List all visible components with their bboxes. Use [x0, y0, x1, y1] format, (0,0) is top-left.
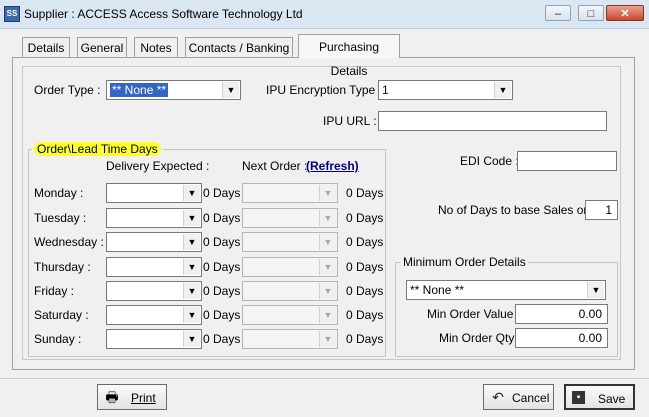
- chevron-down-icon[interactable]: ▼: [183, 331, 200, 347]
- edi-code-input[interactable]: [517, 151, 617, 171]
- next-order-select: ▼: [242, 208, 338, 228]
- day-label: Tuesday :: [34, 211, 87, 225]
- delivery-days-value: 0 Days: [203, 235, 241, 249]
- ipu-url-input[interactable]: [378, 111, 607, 131]
- delivery-expected-select[interactable]: ▼: [106, 257, 202, 277]
- printer-icon: 🖶: [105, 389, 119, 405]
- maximize-button[interactable]: □: [578, 5, 604, 21]
- delivery-expected-select[interactable]: ▼: [106, 183, 202, 203]
- print-button[interactable]: 🖶 Print: [97, 384, 167, 410]
- chevron-down-icon: ▼: [319, 185, 336, 201]
- window-title: Supplier : ACCESS Access Software Techno…: [24, 7, 303, 21]
- minimize-button[interactable]: –: [545, 5, 571, 21]
- delivery-expected-header: Delivery Expected :: [106, 159, 210, 173]
- delivery-expected-select[interactable]: ▼: [106, 305, 202, 325]
- delivery-days-value: 0 Days: [203, 332, 241, 346]
- chevron-down-icon: ▼: [319, 259, 336, 275]
- chevron-down-icon: ▼: [319, 210, 336, 226]
- next-order-select: ▼: [242, 257, 338, 277]
- delivery-expected-select[interactable]: ▼: [106, 208, 202, 228]
- next-order-days-value: 0 Days: [346, 284, 384, 298]
- next-order-select: ▼: [242, 183, 338, 203]
- undo-icon: ↶: [492, 389, 504, 405]
- minimum-order-legend: Minimum Order Details: [401, 255, 528, 269]
- order-type-select[interactable]: ** None ** ▼: [106, 80, 241, 100]
- day-label: Friday :: [34, 284, 75, 298]
- cancel-label: Cancel: [512, 391, 550, 405]
- delivery-days-value: 0 Days: [203, 186, 241, 200]
- ipu-encryption-label: IPU Encryption Type :: [266, 83, 382, 97]
- next-order-select: ▼: [242, 305, 338, 325]
- delivery-days-value: 0 Days: [203, 211, 241, 225]
- next-order-days-value: 0 Days: [346, 235, 384, 249]
- min-order-value-label: Min Order Value :: [427, 307, 521, 321]
- min-order-value-input[interactable]: 0.00: [515, 304, 608, 324]
- close-button[interactable]: ✕: [606, 5, 644, 21]
- floppy-disk-icon: ▪: [572, 391, 585, 404]
- lead-time-legend: Order\Lead Time Days: [32, 142, 163, 156]
- next-order-days-value: 0 Days: [346, 211, 384, 225]
- min-order-qty-label: Min Order Qty :: [439, 331, 522, 345]
- next-order-select: ▼: [242, 232, 338, 252]
- tab-contacts-banking[interactable]: Contacts / Banking: [185, 37, 293, 57]
- chevron-down-icon[interactable]: ▼: [183, 185, 200, 201]
- chevron-down-icon: ▼: [319, 331, 336, 347]
- chevron-down-icon[interactable]: ▼: [183, 234, 200, 250]
- minimum-order-type-value: ** None **: [410, 283, 465, 297]
- next-order-select: ▼: [242, 329, 338, 349]
- tab-notes[interactable]: Notes: [134, 37, 178, 57]
- ipu-encryption-value: 1: [382, 83, 389, 97]
- chevron-down-icon[interactable]: ▼: [183, 307, 200, 323]
- order-type-value: ** None **: [110, 83, 169, 97]
- lead-time-legend-text: Order\Lead Time Days: [34, 142, 161, 156]
- next-order-days-value: 0 Days: [346, 260, 384, 274]
- delivery-days-value: 0 Days: [203, 308, 241, 322]
- chevron-down-icon: ▼: [319, 283, 336, 299]
- print-label: Print: [131, 391, 156, 405]
- days-sales-input[interactable]: 1: [585, 200, 618, 220]
- delivery-expected-select[interactable]: ▼: [106, 281, 202, 301]
- ipu-url-label: IPU URL :: [323, 114, 377, 128]
- next-order-days-value: 0 Days: [346, 332, 384, 346]
- app-icon[interactable]: SS: [4, 6, 20, 22]
- save-label: Save: [598, 392, 626, 406]
- next-order-select: ▼: [242, 281, 338, 301]
- tab-purchasing-details[interactable]: Purchasing Details: [298, 34, 400, 78]
- delivery-expected-select[interactable]: ▼: [106, 232, 202, 252]
- tab-general[interactable]: General: [77, 37, 127, 57]
- edi-code-label: EDI Code :: [460, 154, 519, 168]
- tab-details[interactable]: Details: [22, 37, 70, 57]
- cancel-button[interactable]: ↶ Cancel: [483, 384, 554, 410]
- chevron-down-icon[interactable]: ▼: [494, 82, 511, 98]
- save-button[interactable]: ▪ Save: [564, 384, 635, 410]
- refresh-link[interactable]: (Refresh): [306, 159, 359, 173]
- chevron-down-icon[interactable]: ▼: [587, 282, 604, 298]
- chevron-down-icon[interactable]: ▼: [183, 210, 200, 226]
- day-label: Sunday :: [34, 332, 82, 346]
- delivery-expected-select[interactable]: ▼: [106, 329, 202, 349]
- next-order-days-value: 0 Days: [346, 186, 384, 200]
- minimum-order-type-select[interactable]: ** None ** ▼: [406, 280, 606, 300]
- delivery-days-value: 0 Days: [203, 284, 241, 298]
- day-label: Saturday :: [34, 308, 89, 322]
- ipu-encryption-select[interactable]: 1 ▼: [378, 80, 513, 100]
- days-sales-label: No of Days to base Sales on :: [438, 203, 597, 217]
- chevron-down-icon[interactable]: ▼: [183, 259, 200, 275]
- day-label: Thursday :: [34, 260, 91, 274]
- chevron-down-icon: ▼: [319, 234, 336, 250]
- chevron-down-icon: ▼: [319, 307, 336, 323]
- chevron-down-icon[interactable]: ▼: [222, 82, 239, 98]
- delivery-days-value: 0 Days: [203, 260, 241, 274]
- next-order-header: Next Order :: [242, 159, 308, 173]
- min-order-qty-input[interactable]: 0.00: [515, 328, 608, 348]
- lead-time-group: [28, 149, 386, 357]
- order-type-label: Order Type :: [34, 83, 101, 97]
- chevron-down-icon[interactable]: ▼: [183, 283, 200, 299]
- next-order-days-value: 0 Days: [346, 308, 384, 322]
- day-label: Monday :: [34, 186, 84, 200]
- day-label: Wednesday :: [34, 235, 104, 249]
- title-bar: SS Supplier : ACCESS Access Software Tec…: [0, 0, 649, 29]
